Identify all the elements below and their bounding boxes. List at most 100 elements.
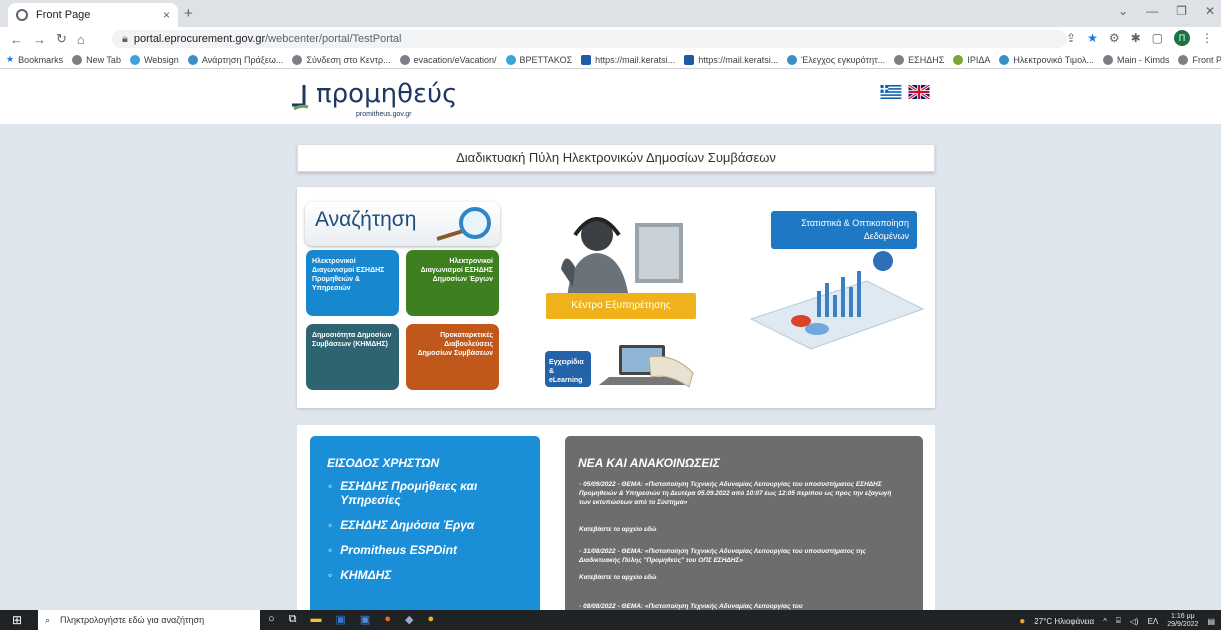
support-center-button[interactable]: Κέντρο Εξυπηρέτησης [546,293,696,319]
outlook-icon[interactable]: ▣ [336,613,346,626]
bookmark-item[interactable]: evacation/eVacation/ [399,54,497,65]
volume-icon[interactable]: ◁) [1130,617,1139,626]
bookmark-item[interactable]: https://mail.keratsi... [581,54,675,65]
news-panel: ΝΕΑ ΚΑΙ ΑΝΑΚΟΙΝΩΣΕΙΣ ◦ 05/09/2022 - ΘΕΜΑ… [565,436,923,611]
site-logo[interactable]: προμηθεύς [316,79,457,109]
language-indicator[interactable]: ΕΛ [1148,617,1159,626]
url-bar[interactable]: 🔒︎ portal.eprocurement.gov.gr/webcenter/p… [112,30,1067,48]
statistics-chart-icon [749,251,925,350]
lock-icon: 🔒︎ [122,33,128,45]
websign-icon [129,54,140,65]
news-item[interactable]: ◦ 05/09/2022 - ΘΕΜΑ: «Πιστοποίηση Τεχνικ… [579,480,904,507]
browser-tab[interactable]: Front Page × [8,3,178,27]
clock[interactable]: 1:16 μμ 29/9/2022 [1167,613,1198,629]
tray-chevron-icon[interactable]: ^ [1103,617,1107,626]
network-icon[interactable]: ⌸ [1116,616,1121,626]
news-download-link[interactable]: Κατεβάστε το αρχείο εδώ [579,526,657,533]
invoice-icon [999,54,1010,65]
bookmark-item[interactable]: Front Page [1178,54,1221,65]
bookmark-item[interactable]: Ηλεκτρονικό Τιμολ... [999,54,1094,65]
bookmark-item[interactable]: New Tab [72,54,121,65]
news-download-link[interactable]: Κατεβάστε το αρχείο εδώ [579,574,657,581]
bookmark-item[interactable]: ΕΣΗΔΗΣ [894,54,944,65]
star-icon: ★ [6,54,15,64]
bottom-section: ΕΙΣΟΔΟΣ ΧΡΗΣΤΩΝ ◦ ΕΣΗΔΗΣ Προμήθειες και Υ… [297,425,935,611]
bookmark-item[interactable]: Σύνδεση στο Κεντρ... [292,54,391,65]
task-view-icon[interactable]: ⧉ [289,613,297,626]
share-icon[interactable]: ⇪ [1066,31,1076,45]
support-agent-icon [561,217,683,299]
tile-kimdis[interactable]: Δημοσιότητα Δημοσίων Συμβάσεων (ΚΗΜΔΗΣ) [306,324,399,390]
cortana-icon[interactable]: ○ [268,613,275,626]
news-item[interactable]: ◦ 31/08/2022 - ΘΕΜΑ: «Πιστοποίηση Τεχνικ… [579,547,904,565]
login-link-espdint[interactable]: ◦ Promitheus ESPDint [328,543,508,557]
login-link-supplies[interactable]: ◦ ΕΣΗΔΗΣ Προμήθειες και Υπηρεσίες [328,479,508,507]
news-title: ΝΕΑ ΚΑΙ ΑΝΑΚΟΙΝΩΣΕΙΣ [578,456,720,470]
chrome-icon[interactable]: ● [427,613,434,626]
chevron-down-icon[interactable]: ⌄ [1118,4,1128,18]
bookmark-item[interactable]: Websign [129,54,179,65]
bookmark-item[interactable]: Ανάρτηση Πράξεω... [187,54,283,65]
puzzle-icon[interactable]: ✱ [1131,31,1141,45]
laptop-books-icon [599,345,694,388]
bookmark-item[interactable]: Main - Kimds [1102,54,1169,65]
windows-start-icon[interactable]: ⊞ [12,613,22,627]
minimize-icon[interactable]: — [1146,4,1158,18]
globe-icon [1178,54,1189,65]
user-login-list: ◦ ΕΣΗΔΗΣ Προμήθειες και Υπηρεσίες ◦ ΕΣΗΔΗΣ… [328,479,508,593]
firefox-icon[interactable]: ● [384,613,391,626]
sidepanel-icon[interactable]: ▢ [1152,31,1163,45]
search-title: Αναζήτηση [315,208,417,231]
reload-icon[interactable]: ↻ [56,31,67,47]
notifications-icon[interactable]: ▤ [1207,617,1215,626]
bookmark-icon [787,54,798,65]
forward-icon[interactable]: → [33,32,46,47]
globe-icon [72,54,83,65]
word-icon[interactable]: ▣ [360,613,370,626]
paint-icon[interactable]: ◆ [405,613,413,626]
tab-title: Front Page [36,9,91,21]
tile-consultations[interactable]: Προκαταρκτικές Διαβουλεύσεις Δημοσίων Συ… [406,324,499,390]
home-icon[interactable]: ⌂ [77,32,85,47]
globe-icon [399,54,410,65]
weather-icon: ● [1019,615,1026,627]
close-tab-icon[interactable]: × [163,8,170,22]
tile-eshdhs-works[interactable]: Ηλεκτρονικοί Διαγωνισμοί ΕΣΗΔΗΣ Δημοσίων… [406,250,499,316]
login-link-kimdis[interactable]: ◦ ΚΗΜΔΗΣ [328,568,508,582]
statistics-button[interactable]: Στατιστικά & Οπτικοποίηση Δεδομένων [771,211,917,249]
star-icon[interactable]: ★ [1087,31,1098,45]
avatar[interactable]: Π [1174,30,1190,46]
site-header: προμηθεύς promitheus.gov.gr [0,69,1221,124]
globe-icon [894,54,905,65]
user-login-title: ΕΙΣΟΔΟΣ ΧΡΗΣΤΩΝ [327,456,440,470]
restore-icon[interactable]: ❐ [1176,4,1187,18]
url-host: portal.eprocurement.gov.gr [133,33,266,45]
uk-flag-icon[interactable] [908,85,930,99]
taskbar-search[interactable]: ⌕ Πληκτρολογήστε εδώ για αναζήτηση [38,610,260,630]
bookmark-item[interactable]: https://mail.keratsi... [684,54,778,65]
taskbar-apps: ○ ⧉ ▬ ▣ ▣ ● ◆ ● [268,613,434,626]
bookmark-item[interactable]: ΒΡΕΤΤΑΚΟΣ [505,54,572,65]
bookmark-icon [505,54,516,65]
login-link-works[interactable]: ◦ ΕΣΗΔΗΣ Δημόσια Έργα [328,518,508,532]
close-window-icon[interactable]: ✕ [1205,4,1215,18]
greek-flag-icon[interactable] [880,85,902,99]
menu-icon[interactable]: ⋮ [1201,31,1213,45]
bookmark-item[interactable]: Έλεγχος εγκυρότητ... [787,54,885,65]
back-icon[interactable]: ← [10,32,23,47]
user-login-panel: ΕΙΣΟΔΟΣ ΧΡΗΣΤΩΝ ◦ ΕΣΗΔΗΣ Προμήθειες και Υ… [310,436,540,611]
tile-eshdhs-supplies[interactable]: Ηλεκτρονικοί Διαγωνισμοί ΕΣΗΔΗΣ Προμηθει… [306,250,399,316]
extension-icon[interactable]: ⚙ [1109,31,1120,45]
address-toolbar: ← → ↻ ⌂ 🔒︎ portal.eprocurement.gov.gr/web… [0,27,1221,51]
bookmark-item[interactable]: ★ Bookmarks [6,54,63,65]
bookmark-item[interactable]: ΙΡΙΔΑ [953,54,990,65]
bookmarks-bar: ★ Bookmarks New Tab Websign Ανάρτηση Πράξ… [0,51,1221,69]
services-panel: Αναζήτηση Ηλεκτρονικοί Διαγωνισμοί ΕΣΗΔΗ… [297,187,935,408]
windows-taskbar: ⊞ ⌕ Πληκτρολογήστε εδώ για αναζήτηση ○ ⧉… [0,610,1221,630]
elearning-button[interactable]: Εγχειρίδια & eLearning [545,351,591,387]
search-header: Αναζήτηση [305,202,500,246]
new-tab-button[interactable]: + [184,5,193,22]
globe-icon [16,9,28,21]
file-explorer-icon[interactable]: ▬ [311,613,322,626]
weather-text[interactable]: 27°C Ηλιοφάνεια [1034,617,1094,626]
